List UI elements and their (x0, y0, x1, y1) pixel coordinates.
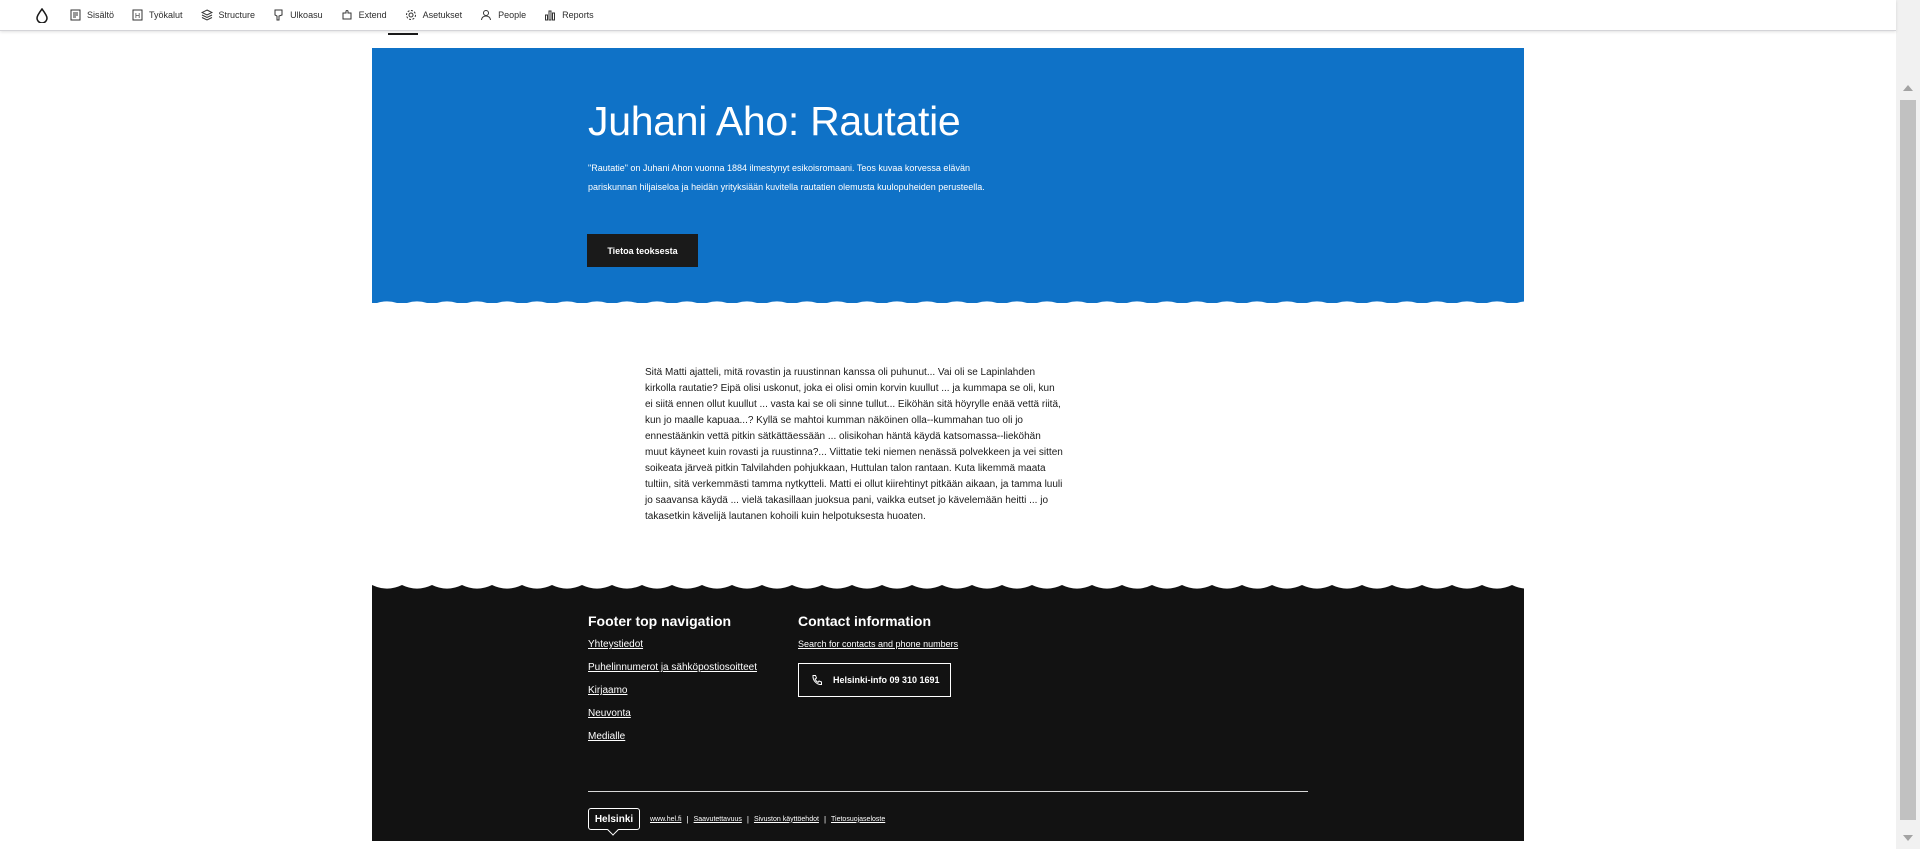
gear-icon (405, 10, 416, 20)
toolbar-item-label: Structure (218, 10, 256, 20)
drop-logo-icon[interactable] (36, 6, 52, 24)
footer-link-neuvonta[interactable]: Neuvonta (588, 708, 757, 719)
toolbar-item-label: Asetukset (422, 10, 463, 20)
puzzle-icon (342, 9, 352, 20)
footer-link-phone-numbers[interactable]: Puhelinnumerot ja sähköpostiosoitteet (588, 662, 757, 673)
footer-divider (588, 791, 1308, 792)
hero-wave-divider (377, 301, 1524, 303)
footer-link-kirjaamo[interactable]: Kirjaamo (588, 685, 757, 696)
toolbar-item-tools[interactable]: H Työkalut (132, 0, 183, 31)
toolbar-item-extend[interactable]: Extend (341, 0, 387, 31)
chart-icon (545, 10, 556, 21)
document-icon (70, 9, 81, 21)
toolbar-item-label: People (498, 10, 527, 20)
scrollbar-thumb[interactable] (1900, 100, 1916, 820)
site-footer: Footer top navigation Yhteystiedot Puhel… (372, 583, 1524, 841)
footer-contact-heading: Contact information (798, 613, 931, 629)
toolbar-active-indicator (388, 33, 418, 35)
footer-bottom-bar: Helsinki www.hel.fi | Saavutettavuus | S… (588, 808, 885, 830)
footer-link-yhteystiedot[interactable]: Yhteystiedot (588, 639, 757, 650)
helsinki-logo[interactable]: Helsinki (588, 808, 640, 830)
footer-link-medialle[interactable]: Medialle (588, 731, 757, 742)
hero-banner: Juhani Aho: Rautatie "Rautatie" on Juhan… (372, 48, 1524, 303)
toolbar-item-label: Työkalut (149, 10, 183, 20)
about-work-button[interactable]: Tietoa teoksesta (587, 234, 698, 267)
phone-label: Helsinki-info 09 310 1691 (833, 675, 940, 685)
phone-icon (812, 675, 822, 686)
footer-separator: | (823, 814, 827, 824)
toolbar-item-settings[interactable]: Asetukset (405, 0, 463, 31)
footer-bottom-link-privacy[interactable]: Tietosuojaseloste (831, 816, 885, 823)
footer-separator: | (686, 814, 689, 824)
scroll-up-arrow-icon[interactable] (1903, 85, 1913, 91)
phone-button[interactable]: Helsinki-info 09 310 1691 (798, 663, 951, 697)
contact-search-link[interactable]: Search for contacts and phone numbers (798, 639, 958, 649)
toolbar-item-content[interactable]: Sisältö (70, 0, 114, 31)
footer-nav-heading: Footer top navigation (588, 613, 732, 629)
footer-bottom-link-terms[interactable]: Sivuston käyttöehdot (754, 816, 819, 823)
toolbar-item-structure[interactable]: Structure (200, 0, 256, 31)
hero-lead-text: "Rautatie" on Juhani Ahon vuonna 1884 il… (588, 163, 985, 192)
svg-text:H: H (135, 13, 140, 20)
toolbar-item-appearance[interactable]: Ulkoasu (273, 0, 323, 31)
scroll-down-arrow-icon[interactable] (1903, 835, 1913, 841)
footer-separator: | (746, 814, 749, 824)
person-icon (481, 10, 492, 21)
footer-bottom-link-accessibility[interactable]: Saavutettavuus (694, 816, 742, 823)
structure-icon (200, 9, 213, 21)
toolbar-item-people[interactable]: People (480, 0, 526, 31)
toolbar-item-label: Extend (358, 10, 387, 20)
footer-bottom-link-hel[interactable]: www.hel.fi (650, 816, 682, 823)
toolbar-item-label: Reports (562, 10, 594, 20)
toolbar-item-label: Sisältö (87, 10, 115, 20)
toolbar-item-label: Ulkoasu (290, 10, 323, 20)
footer-wave-divider (372, 583, 1524, 589)
footer-contact: Contact information Search for contacts … (798, 613, 958, 697)
tools-icon: H (132, 9, 143, 21)
page-title: Juhani Aho: Rautatie (588, 98, 961, 144)
article-body: Sitä Matti ajatteli, mitä rovastin ja ru… (645, 367, 1063, 522)
appearance-icon (274, 9, 283, 21)
toolbar-item-reports[interactable]: Reports (544, 0, 594, 31)
footer-nav: Footer top navigation Yhteystiedot Puhel… (588, 613, 757, 754)
page-scrollbar[interactable] (1896, 0, 1920, 849)
admin-toolbar: Sisältö H Työkalut Structure Ulkoasu Ext… (0, 0, 1896, 31)
